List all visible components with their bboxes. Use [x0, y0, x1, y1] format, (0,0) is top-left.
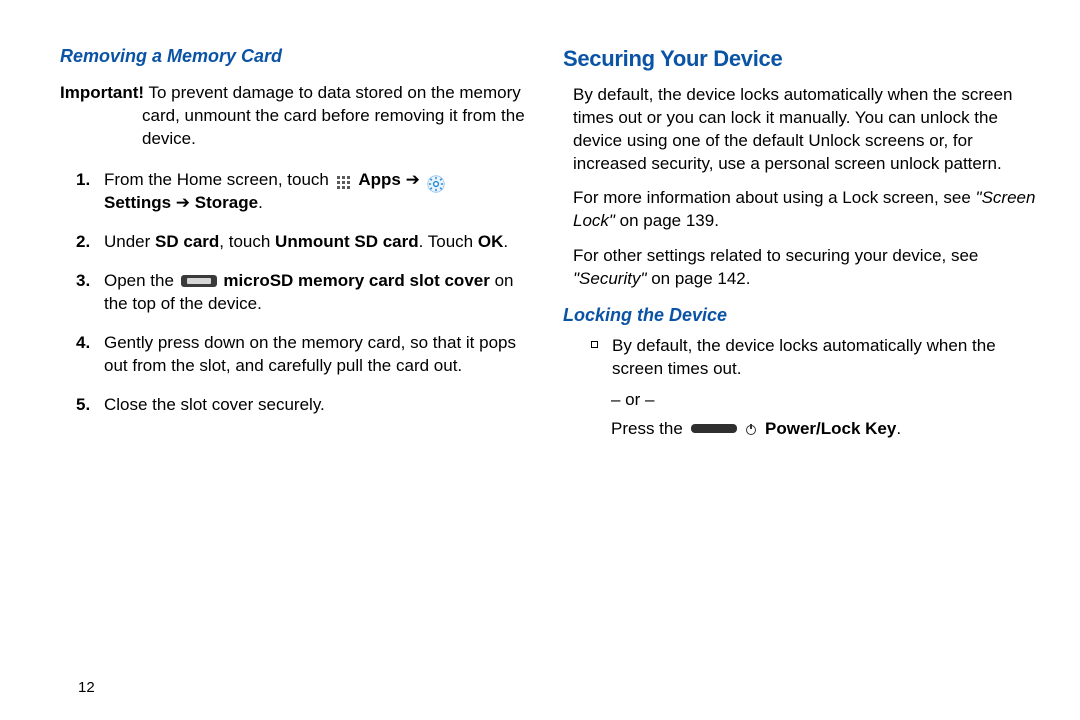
important-text-2: card, unmount the card before removing i…: [60, 105, 535, 128]
step-4-text: Gently press down on the memory card, so…: [104, 333, 516, 375]
p3-a: For other settings related to securing y…: [573, 246, 978, 265]
step-5-text: Close the slot cover securely.: [104, 395, 325, 414]
press-b: .: [896, 419, 901, 438]
step-1-period: .: [258, 193, 263, 212]
settings-gear-icon: [427, 175, 445, 193]
steps-list: From the Home screen, touch Apps ➔: [60, 169, 535, 417]
step-2-a: Under: [104, 232, 155, 251]
or-separator: – or –: [563, 389, 1038, 412]
press-key: Power/Lock Key: [765, 419, 896, 438]
subheading-locking-device: Locking the Device: [563, 303, 1038, 327]
p3-b: on page 142.: [646, 269, 750, 288]
arrow-icon: ➔: [176, 193, 195, 212]
bullet-text: By default, the device locks automatical…: [612, 335, 1038, 381]
step-2-unmount: Unmount SD card: [275, 232, 419, 251]
left-column: Removing a Memory Card Important! To pre…: [60, 44, 535, 441]
step-2-d: .: [503, 232, 508, 251]
step-2-ok: OK: [478, 232, 504, 251]
step-3: Open the microSD memory card slot cover …: [88, 270, 535, 316]
square-bullet-icon: [591, 341, 598, 348]
right-column: Securing Your Device By default, the dev…: [563, 44, 1038, 441]
step-1-storage: Storage: [195, 193, 258, 212]
bullet-item: By default, the device locks automatical…: [563, 335, 1038, 381]
subheading-removing-memory-card: Removing a Memory Card: [60, 44, 535, 68]
step-5: Close the slot cover securely.: [88, 394, 535, 417]
step-1-text-a: From the Home screen, touch: [104, 170, 334, 189]
manual-page: Removing a Memory Card Important! To pre…: [0, 0, 1080, 461]
press-instruction: Press the Power/Lock Key.: [563, 418, 1038, 441]
step-3-slot: microSD memory card slot cover: [223, 271, 489, 290]
step-3-a: Open the: [104, 271, 179, 290]
paragraph-1: By default, the device locks automatical…: [563, 84, 1038, 176]
step-1: From the Home screen, touch Apps ➔: [88, 169, 535, 215]
p3-ref: "Security": [573, 269, 646, 288]
arrow-icon: ➔: [406, 170, 425, 189]
important-label: Important!: [60, 83, 144, 102]
page-number: 12: [78, 678, 95, 698]
step-1-apps: Apps: [358, 170, 401, 189]
apps-grid-icon: [336, 175, 352, 191]
step-4: Gently press down on the memory card, so…: [88, 332, 535, 378]
step-2-sdcard: SD card: [155, 232, 219, 251]
heading-securing-device: Securing Your Device: [563, 44, 1038, 74]
step-1-settings: Settings: [104, 193, 171, 212]
important-text-3: device.: [60, 128, 535, 151]
paragraph-3: For other settings related to securing y…: [563, 245, 1038, 291]
step-2-b: , touch: [219, 232, 275, 251]
step-2-c: . Touch: [419, 232, 478, 251]
power-symbol-icon: [746, 425, 756, 435]
power-lock-key-icon: [691, 424, 737, 433]
important-text-1: To prevent damage to data stored on the …: [144, 83, 521, 102]
p2-b: on page 139.: [615, 211, 719, 230]
paragraph-2: For more information about using a Lock …: [563, 187, 1038, 233]
step-2: Under SD card, touch Unmount SD card. To…: [88, 231, 535, 254]
microsd-slot-icon: [181, 275, 217, 287]
p2-a: For more information about using a Lock …: [573, 188, 976, 207]
important-note: Important! To prevent damage to data sto…: [60, 82, 535, 151]
press-a: Press the: [611, 419, 688, 438]
